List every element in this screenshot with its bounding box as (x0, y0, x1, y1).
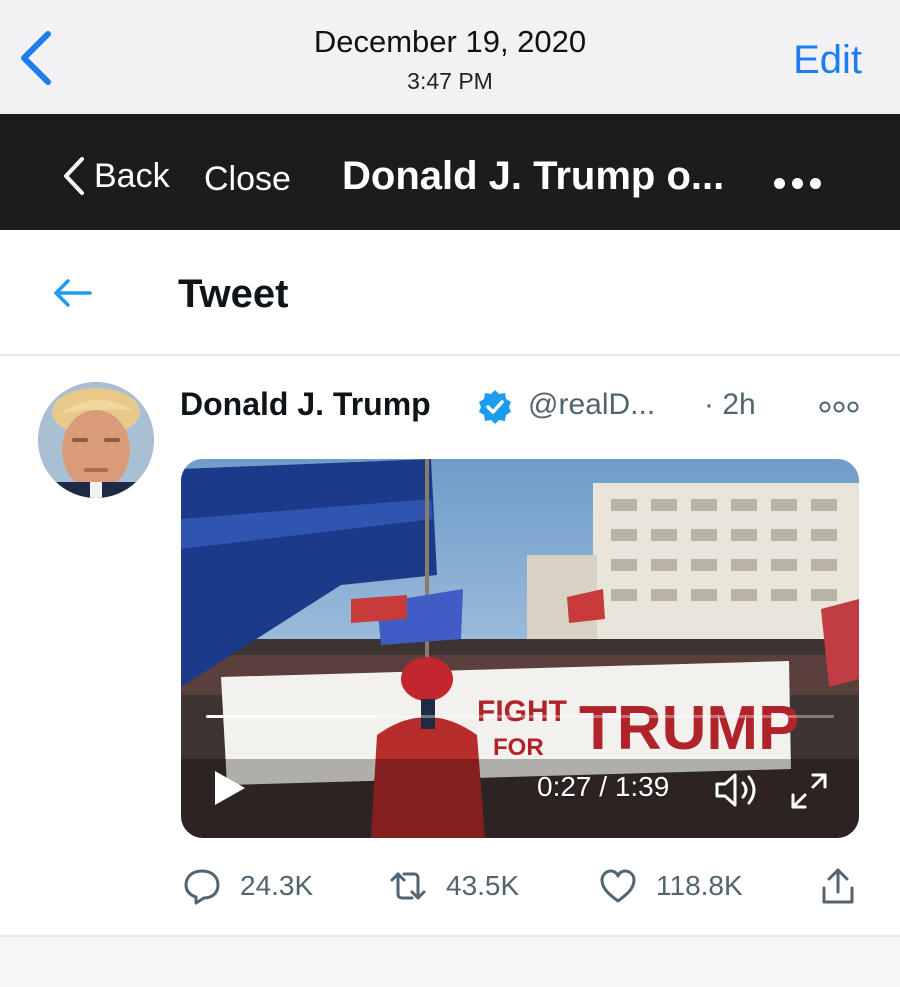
tweet-header: Donald J. Trump @realD... · 2h (180, 386, 870, 430)
photos-top-bar: December 19, 2020 3:47 PM Edit (0, 0, 900, 114)
video-progress-bar[interactable] (206, 715, 834, 718)
browser-back-label: Back (94, 156, 170, 195)
retweet-count: 43.5K (446, 870, 520, 901)
page-title: Tweet (178, 272, 289, 316)
browser-back-button[interactable]: Back (62, 156, 170, 196)
ellipsis-icon[interactable] (774, 178, 821, 189)
retweet-button[interactable]: 43.5K (388, 866, 519, 906)
tweet-action-bar: 24.3K 43.5K 118.8K (180, 866, 870, 914)
banner-for-text: FOR (493, 734, 544, 761)
banner-trump-text: TRUMP (579, 694, 799, 763)
share-icon (822, 868, 854, 904)
video-progress-fill (206, 715, 376, 718)
fullscreen-icon[interactable] (789, 771, 829, 811)
avatar[interactable] (38, 382, 154, 498)
browser-close-button[interactable]: Close (204, 160, 291, 199)
more-horizontal-icon[interactable] (818, 400, 860, 414)
edit-button[interactable]: Edit (793, 38, 862, 83)
arrow-left-icon[interactable] (52, 278, 94, 308)
reply-count: 24.3K (240, 870, 314, 901)
share-button[interactable] (818, 866, 858, 906)
reply-button[interactable]: 24.3K (182, 866, 313, 906)
next-tweet-placeholder (0, 937, 900, 987)
heart-icon (600, 869, 636, 903)
video-time-display: 0:27 / 1:39 (537, 771, 670, 802)
reply-icon (184, 869, 220, 905)
tweet-page-header: Tweet (0, 230, 900, 356)
banner-fight-text: FIGHT (477, 695, 567, 728)
browser-nav-bar: Back Close Donald J. Trump o... (0, 114, 900, 230)
tweet-timestamp[interactable]: · 2h (704, 388, 756, 422)
volume-icon[interactable] (713, 771, 761, 809)
retweet-icon (390, 872, 426, 900)
browser-page-title: Donald J. Trump o... (342, 154, 725, 198)
like-count: 118.8K (656, 870, 743, 901)
author-handle[interactable]: @realD... (528, 388, 655, 422)
play-icon[interactable] (213, 769, 247, 807)
like-button[interactable]: 118.8K (598, 866, 743, 906)
verified-badge-icon (479, 390, 511, 424)
photo-date: December 19, 2020 (313, 24, 587, 59)
chevron-left-icon (64, 157, 84, 195)
video-player[interactable]: FIGHT FOR TRUMP 0:27 / 1:39 (181, 459, 859, 838)
author-name[interactable]: Donald J. Trump (180, 386, 431, 423)
photo-time: 3:47 PM (407, 68, 493, 94)
